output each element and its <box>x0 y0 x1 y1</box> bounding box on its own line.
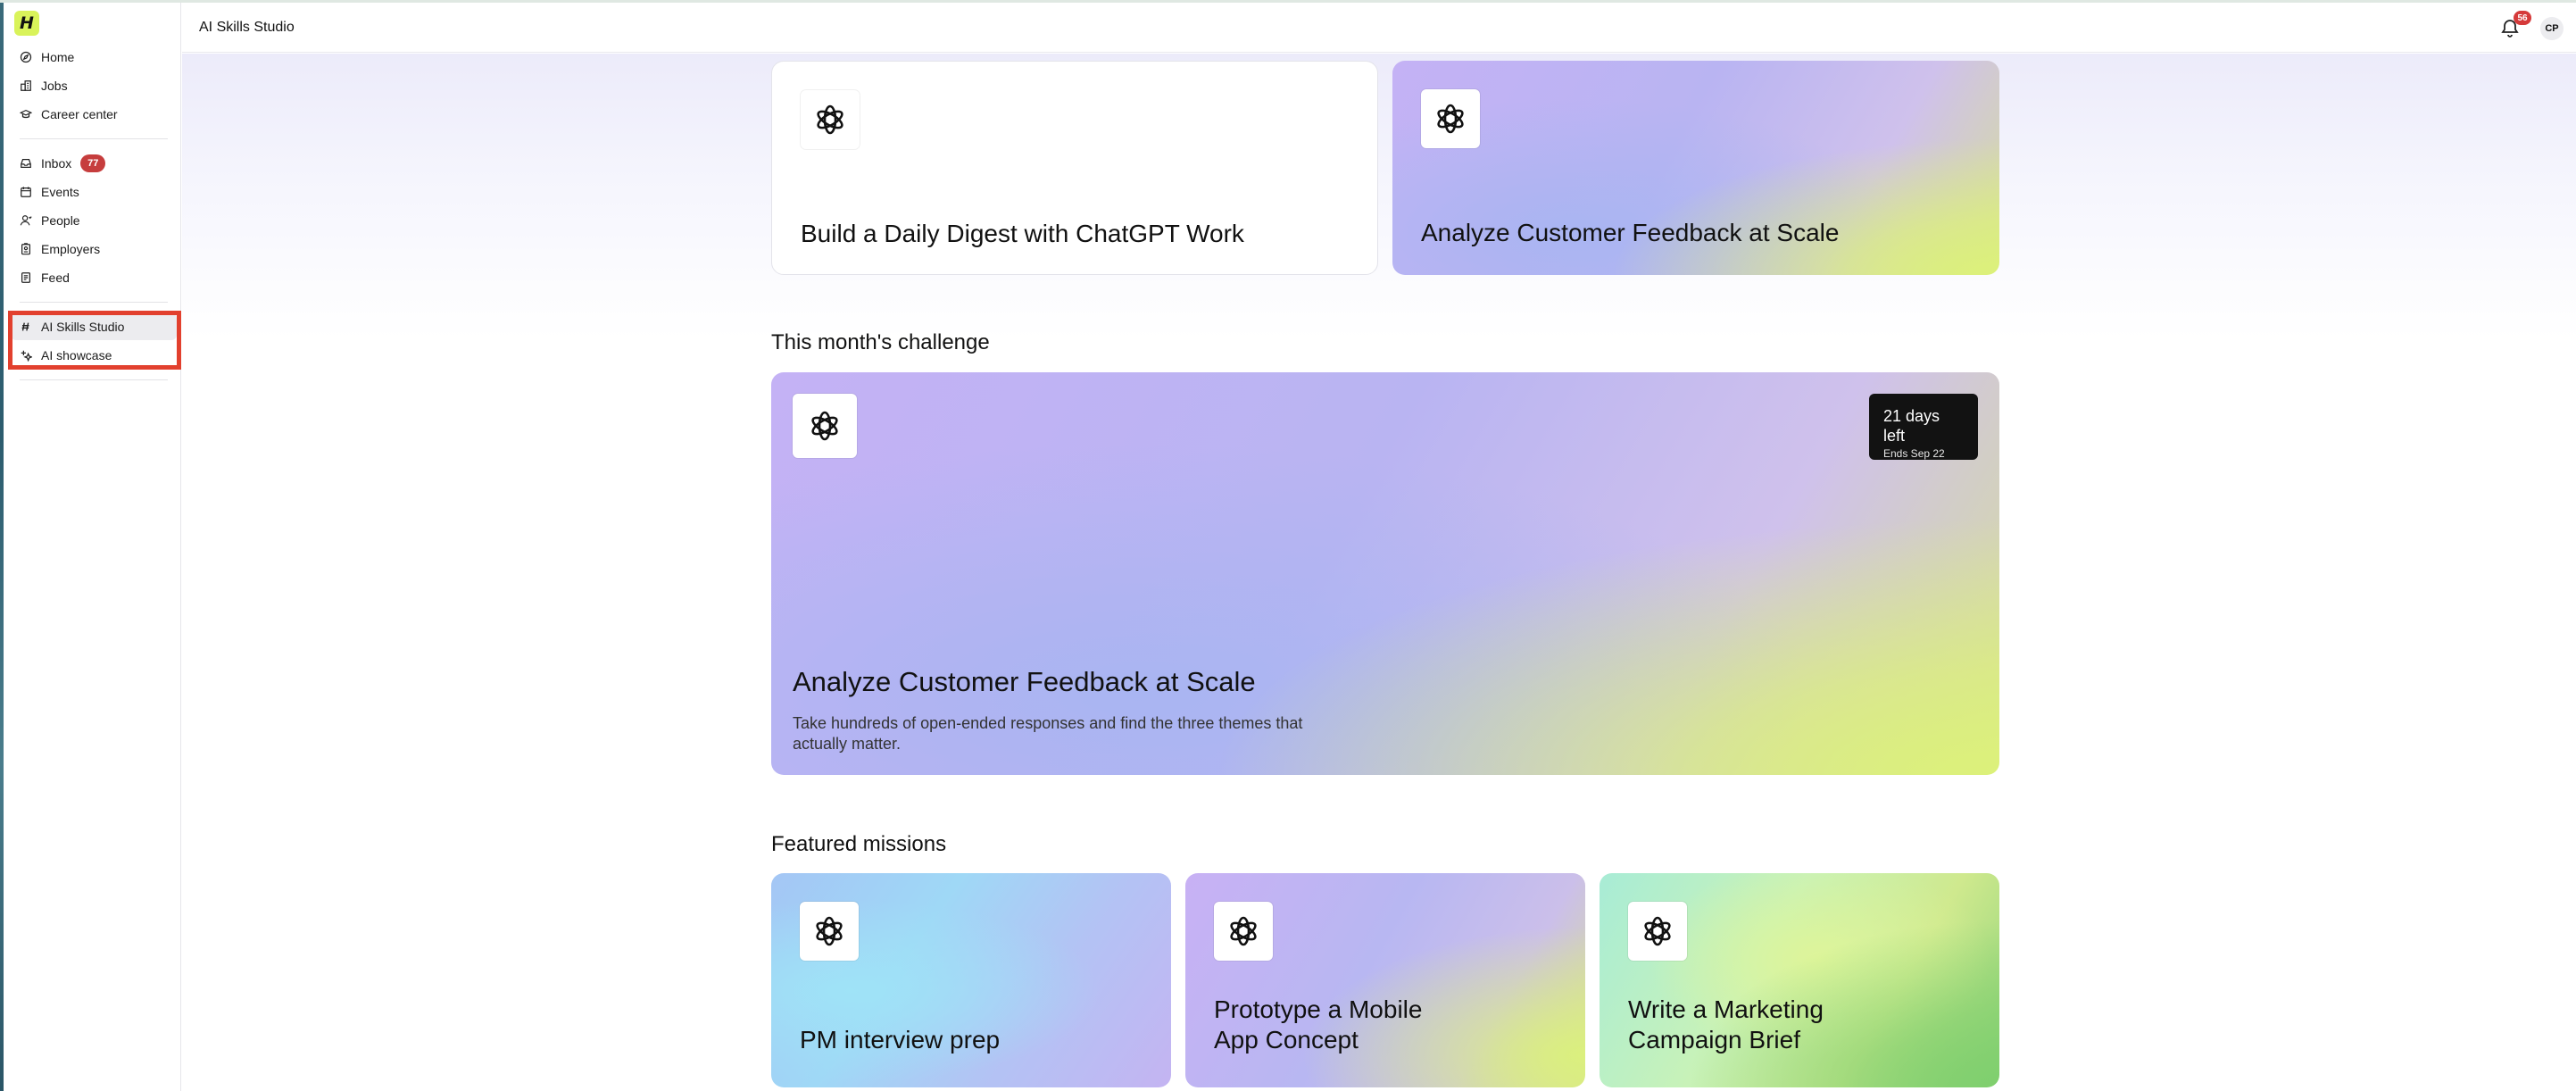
sidebar-item-ai-skills-studio[interactable]: AI Skills Studio <box>11 313 177 340</box>
featured-card-pm-interview[interactable]: PM interview prep <box>771 873 1171 1087</box>
featured-card-title: PM interview prep <box>800 1026 1001 1054</box>
sparkle-icon <box>21 350 32 362</box>
studio-logo-icon <box>21 322 29 331</box>
sidebar: H Home Jobs Career center Inbox 77 Event… <box>4 3 181 1091</box>
sidebar-item-ai-showcase[interactable]: AI showcase <box>11 342 177 369</box>
sidebar-item-events[interactable]: Events <box>11 179 177 205</box>
notification-count-badge: 56 <box>2514 11 2531 25</box>
sidebar-item-label: Feed <box>41 271 70 285</box>
sidebar-item-jobs[interactable]: Jobs <box>11 72 177 99</box>
challenge-description: Take hundreds of open-ended responses an… <box>793 714 1303 753</box>
days-left-text: 21 days left <box>1883 407 1940 445</box>
challenge-card[interactable]: 21 days left Ends Sep 22 Analyze Custome… <box>771 372 1999 775</box>
sidebar-item-label: Employers <box>41 242 101 256</box>
sidebar-item-label: AI showcase <box>41 348 112 362</box>
sidebar-item-feed[interactable]: Feed <box>11 264 177 291</box>
featured-section-title: Featured missions <box>771 832 947 856</box>
compass-icon <box>20 51 32 63</box>
openai-logo-icon <box>793 394 857 458</box>
sidebar-item-home[interactable]: Home <box>11 44 177 71</box>
sidebar-item-people[interactable]: People <box>11 207 177 234</box>
openai-logo-icon <box>1421 89 1480 148</box>
mission-card-title: Analyze Customer Feedback at Scale <box>1421 219 1840 246</box>
featured-card-prototype-app[interactable]: Prototype a Mobile App Concept <box>1185 873 1585 1087</box>
inbox-count-badge: 77 <box>80 154 106 172</box>
mission-card-analyze-feedback[interactable]: Analyze Customer Feedback at Scale <box>1392 61 1999 275</box>
building-icon <box>21 80 31 91</box>
sidebar-item-career-center[interactable]: Career center <box>11 101 177 128</box>
openai-logo-icon <box>801 90 860 149</box>
sidebar-divider <box>20 138 168 139</box>
sidebar-nav-primary: Home Jobs Career center Inbox 77 Events … <box>11 44 177 391</box>
challenge-section-title: This month's challenge <box>771 330 990 354</box>
page-title: AI Skills Studio <box>199 19 295 35</box>
id-badge-icon <box>21 243 30 255</box>
sidebar-item-label: AI Skills Studio <box>41 320 125 334</box>
sidebar-item-label: Home <box>41 50 75 64</box>
sidebar-item-label: Events <box>41 185 79 199</box>
mission-card-daily-digest[interactable]: Build a Daily Digest with ChatGPT Work <box>771 61 1378 275</box>
avatar[interactable]: CP <box>2540 17 2564 40</box>
sidebar-item-label: Career center <box>41 107 118 121</box>
calendar-icon <box>21 187 31 197</box>
inbox-icon <box>21 159 31 168</box>
openai-logo-icon <box>1214 902 1273 961</box>
featured-card-title: Write a Marketing Campaign Brief <box>1628 995 1824 1054</box>
sidebar-item-label: People <box>41 213 80 228</box>
challenge-title: Analyze Customer Feedback at Scale <box>793 666 1256 697</box>
person-icon <box>20 215 32 226</box>
app-logo[interactable]: H <box>14 11 39 36</box>
sidebar-item-employers[interactable]: Employers <box>11 236 177 262</box>
main-content: Build a Daily Digest with ChatGPT Work A… <box>182 54 2576 1091</box>
sidebar-divider <box>20 379 168 380</box>
sidebar-item-label: Inbox <box>41 156 72 171</box>
document-icon <box>21 272 30 283</box>
top-header: AI Skills Studio 56 CP <box>182 3 2576 53</box>
featured-card-title: Prototype a Mobile App Concept <box>1214 995 1423 1054</box>
featured-card-marketing-brief[interactable]: Write a Marketing Campaign Brief <box>1600 873 1999 1087</box>
deadline-badge: 21 days left Ends Sep 22 <box>1869 394 1978 460</box>
openai-logo-icon <box>800 902 859 961</box>
mission-card-title: Build a Daily Digest with ChatGPT Work <box>801 220 1244 247</box>
sidebar-divider <box>20 302 168 303</box>
sidebar-item-inbox[interactable]: Inbox 77 <box>11 150 177 177</box>
sidebar-item-label: Jobs <box>41 79 68 93</box>
openai-logo-icon <box>1628 902 1687 961</box>
end-date-text: Ends Sep 22 <box>1883 447 1945 460</box>
graduation-cap-icon <box>20 109 32 119</box>
